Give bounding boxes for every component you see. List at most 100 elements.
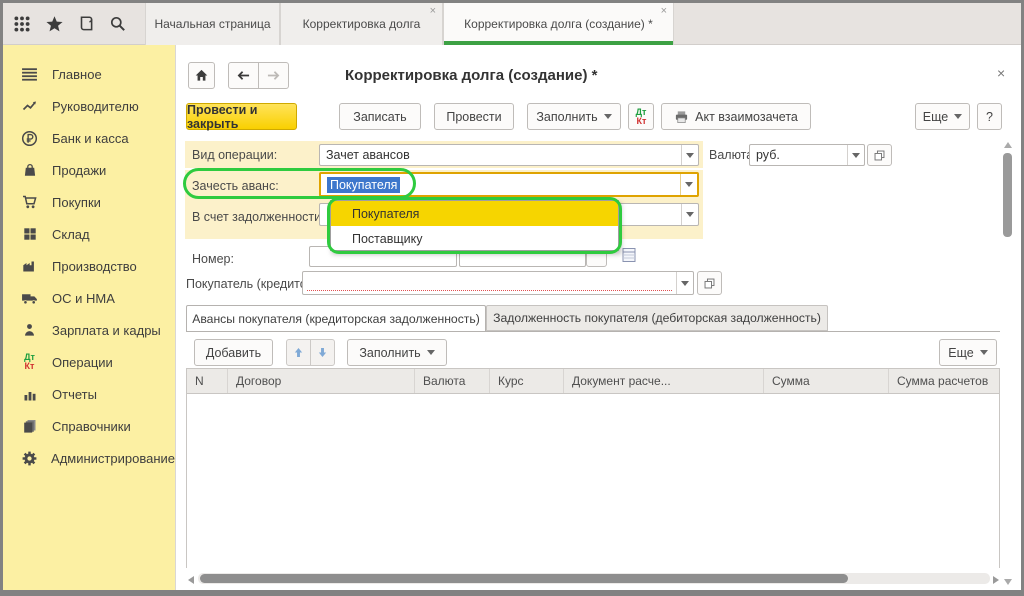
operation-type-field[interactable]: Зачет авансов [319,144,699,166]
customer-open-button[interactable] [697,271,722,295]
search-icon[interactable] [106,12,130,36]
sidebar-item-bank-cash[interactable]: Банк и касса [3,122,175,154]
advance-label: Зачесть аванс: [192,179,279,193]
table-header-row: N Договор Валюта Курс Документ расче... … [187,369,999,394]
sidebar-item-references[interactable]: Справочники [3,410,175,442]
sidebar-nav: Главное Руководителю Банк и касса Продаж… [3,45,175,590]
number-label: Номер: [192,252,234,266]
sidebar-item-fixed-assets[interactable]: ОС и НМА [3,282,175,314]
dropdown-caret-icon[interactable] [847,145,864,165]
vertical-scrollbar[interactable] [1003,151,1012,576]
sidebar-item-label: Склад [52,227,90,242]
sidebar-item-production[interactable]: Производство [3,250,175,282]
truck-icon [20,290,39,307]
sidebar-item-label: Главное [52,67,102,82]
menu-grid-icon[interactable] [10,12,34,36]
top-toolbar: Начальная страница Корректировка долга ×… [3,3,1021,45]
chevron-down-icon [954,114,962,119]
netting-act-button[interactable]: Акт взаимозачета [661,103,811,130]
forward-button[interactable] [258,62,289,89]
report-icon [20,386,39,403]
horizontal-scrollbar-thumb[interactable] [200,574,848,583]
column-header-settlement-doc[interactable]: Документ расче... [564,369,764,393]
move-down-button[interactable] [310,339,335,366]
sidebar-item-operations[interactable]: ДтКт Операции [3,346,175,378]
tab-label: Корректировка долга [303,17,421,31]
tab-close-icon[interactable]: × [661,6,667,17]
hscroll-left-arrow-icon[interactable] [188,576,194,584]
sidebar-item-warehouse[interactable]: Склад [3,218,175,250]
sidebar-item-purchases[interactable]: Покупки [3,186,175,218]
help-button[interactable]: ? [977,103,1002,130]
back-button[interactable] [228,62,259,89]
vscroll-down-arrow-icon[interactable] [1004,579,1012,585]
post-button[interactable]: Провести [434,103,514,130]
vertical-scrollbar-thumb[interactable] [1003,153,1012,237]
main-window: Начальная страница Корректировка долга ×… [3,3,1021,590]
fill-button[interactable]: Заполнить [527,103,621,130]
dropdown-option-supplier[interactable]: Поставщику [331,226,618,251]
table-more-button[interactable]: Еще [939,339,997,366]
dtkt-icon: ДтКт [20,354,39,371]
home-button[interactable] [188,62,215,89]
tab-customer-advances[interactable]: Авансы покупателя (кредиторская задолжен… [186,305,486,331]
tab-home[interactable]: Начальная страница [145,3,280,45]
arrow-up-icon [292,346,305,359]
chevron-down-icon [427,350,435,355]
favorites-star-icon[interactable] [42,12,66,36]
table-fill-button[interactable]: Заполнить [347,339,447,366]
trend-icon [20,98,39,115]
sidebar-item-main[interactable]: Главное [3,58,175,90]
horizontal-scrollbar[interactable] [198,573,990,584]
sidebar-item-label: Банк и касса [52,131,129,146]
add-row-button[interactable]: Добавить [194,339,273,366]
currency-field[interactable]: руб. [749,144,865,166]
cart-icon [20,194,39,211]
dropdown-caret-icon[interactable] [680,174,697,195]
sidebar-item-manager[interactable]: Руководителю [3,90,175,122]
dropdown-caret-icon[interactable] [676,272,693,294]
customer-field[interactable] [302,271,694,295]
chevron-down-icon [980,350,988,355]
column-header-rate[interactable]: Курс [490,369,564,393]
dropdown-option-customer[interactable]: Покупателя [331,201,618,226]
advance-dropdown-popup: Покупателя Поставщику [330,200,619,251]
sidebar-item-label: Руководителю [52,99,139,114]
more-button[interactable]: Еще [915,103,970,130]
post-and-close-button[interactable]: Провести и закрыть [186,103,297,130]
tab-customer-debt[interactable]: Задолженность покупателя (дебиторская за… [486,305,828,331]
sidebar-item-reports[interactable]: Отчеты [3,378,175,410]
tab-debt-correction-list[interactable]: Корректировка долга × [280,3,443,45]
column-header-currency[interactable]: Валюта [415,369,490,393]
currency-open-button[interactable] [867,144,892,166]
home-icon [194,68,209,83]
tab-debt-correction-new[interactable]: Корректировка долга (создание) * × [443,3,674,45]
dtkt-icon: ДтКт [636,108,647,126]
column-header-settlement-amount[interactable]: Сумма расчетов [889,369,999,393]
debt-label: В счет задолженности: [192,210,325,224]
printer-icon [674,110,689,124]
dropdown-caret-icon[interactable] [681,145,698,165]
column-header-contract[interactable]: Договор [228,369,415,393]
column-header-n[interactable]: N [187,369,228,393]
sidebar-item-payroll-hr[interactable]: Зарплата и кадры [3,314,175,346]
factory-icon [20,258,39,275]
history-scroll-icon[interactable] [74,12,98,36]
move-up-button[interactable] [286,339,311,366]
dtkt-postings-button[interactable]: ДтКт [628,103,654,130]
tab-label: Начальная страница [154,17,270,31]
sidebar-item-administration[interactable]: Администрирование [3,442,175,474]
vscroll-up-arrow-icon[interactable] [1004,142,1012,148]
open-in-window-icon [873,149,886,162]
calendar-icon[interactable] [622,247,636,268]
arrow-down-icon [316,346,329,359]
sidebar-item-sales[interactable]: Продажи [3,154,175,186]
application-window: Начальная страница Корректировка долга ×… [0,0,1024,596]
advance-field[interactable]: Покупателя [319,172,699,197]
hscroll-right-arrow-icon[interactable] [993,576,999,584]
column-header-amount[interactable]: Сумма [764,369,889,393]
tab-close-icon[interactable]: × [430,6,436,17]
save-button[interactable]: Записать [339,103,421,130]
form-close-icon[interactable]: × [997,66,1005,80]
dropdown-caret-icon[interactable] [681,204,698,225]
